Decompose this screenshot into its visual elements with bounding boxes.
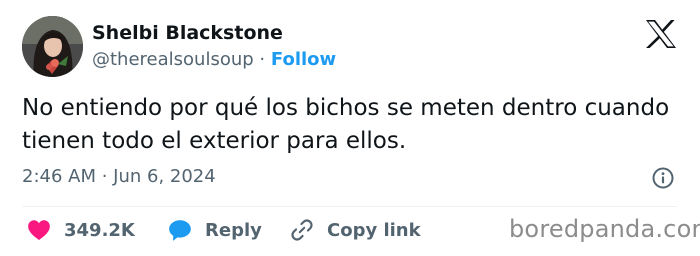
like-button[interactable]: 349.2K	[26, 217, 135, 243]
tweet-timestamp[interactable]: 2:46 AM · Jun 6, 2024	[22, 166, 216, 187]
heart-icon	[28, 220, 50, 240]
divider	[22, 206, 677, 207]
x-logo-icon[interactable]	[645, 20, 677, 48]
follow-button[interactable]: Follow	[271, 49, 336, 70]
author-handle[interactable]: @therealsoulsoup	[92, 49, 254, 70]
handle-separator: ·	[259, 49, 266, 70]
author-display-name[interactable]: Shelbi Blackstone	[92, 22, 283, 44]
reply-button[interactable]: Reply	[167, 217, 262, 243]
tweet-text: No entiendo por qué los bichos se meten …	[22, 95, 670, 154]
copy-link-button[interactable]: Copy link	[289, 217, 421, 243]
avatar[interactable]	[22, 16, 83, 77]
tweet-card: Shelbi Blackstone @therealsoulsoup · Fol…	[0, 0, 700, 256]
info-icon[interactable]	[651, 166, 675, 190]
author-handle-row: @therealsoulsoup · Follow	[92, 49, 336, 70]
avatar-photo	[22, 16, 83, 77]
speech-bubble-icon	[169, 220, 191, 241]
copy-link-label: Copy link	[327, 219, 421, 241]
watermark: boredpanda.com	[509, 215, 700, 243]
link-icon	[291, 219, 313, 241]
like-count: 349.2K	[64, 219, 135, 241]
reply-label: Reply	[205, 219, 262, 241]
